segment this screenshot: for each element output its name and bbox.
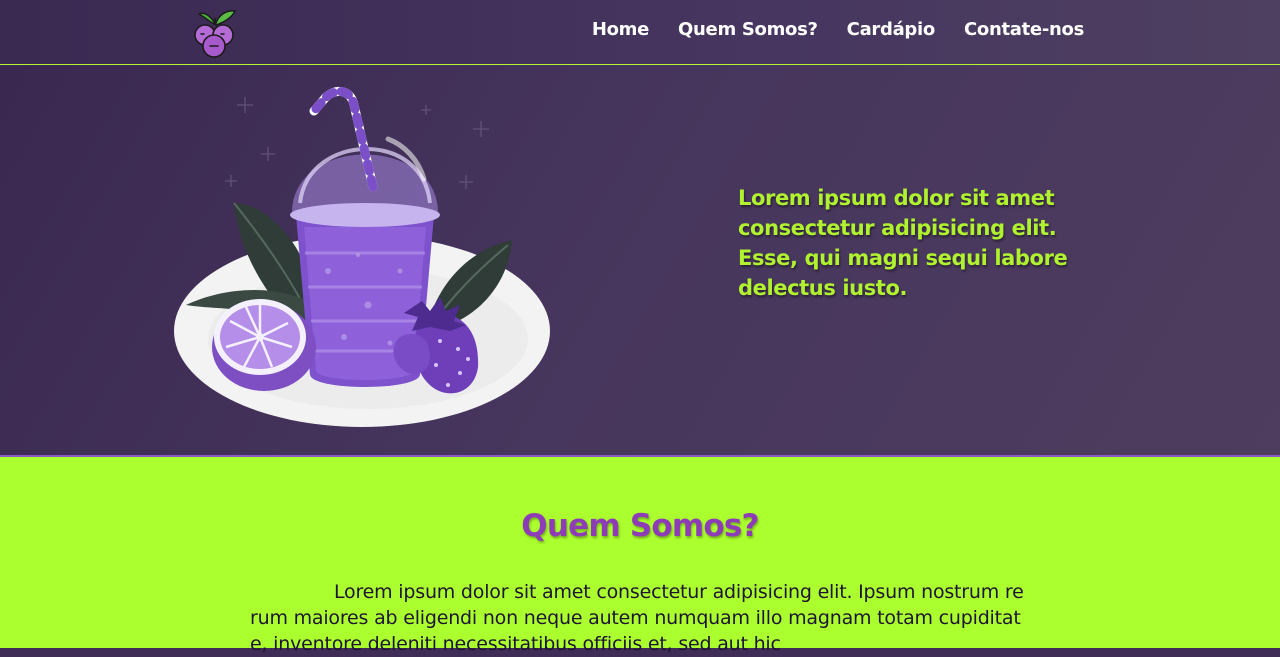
- about-title: Quem Somos?: [521, 508, 759, 544]
- blueberry-logo-icon[interactable]: [191, 6, 239, 60]
- smoothie-cup-illustration: [174, 86, 550, 427]
- nav-link-cardapio[interactable]: Cardápio: [847, 19, 936, 40]
- nav-link-contate-nos[interactable]: Contate-nos: [964, 19, 1084, 40]
- nav-link-home[interactable]: Home: [592, 19, 650, 40]
- about-section: Quem Somos? Lorem ipsum dolor sit amet c…: [0, 457, 1280, 655]
- nav-link-quem-somos[interactable]: Quem Somos?: [678, 19, 818, 40]
- nav-menu: Home Quem Somos? Cardápio Contate-nos: [592, 19, 1084, 40]
- navbar: Home Quem Somos? Cardápio Contate-nos: [0, 0, 1280, 65]
- about-paragraph: Lorem ipsum dolor sit amet consectetur a…: [250, 581, 1024, 655]
- hero-tagline: Lorem ipsum dolor sit amet consectetur a…: [738, 186, 1068, 300]
- hero-section: Lorem ipsum dolor sit amet consectetur a…: [0, 65, 1280, 457]
